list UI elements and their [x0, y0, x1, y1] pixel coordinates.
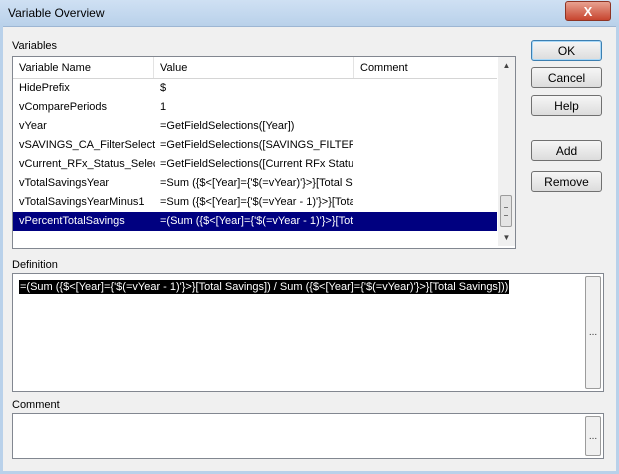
remove-button[interactable]: Remove	[531, 171, 602, 192]
column-header-comment[interactable]: Comment	[354, 57, 497, 78]
variable-comment	[361, 155, 491, 174]
cancel-button[interactable]: Cancel	[531, 67, 602, 88]
variable-name: vPercentTotalSavings	[19, 215, 125, 227]
window-title: Variable Overview	[8, 6, 105, 20]
variables-label: Variables	[12, 40, 58, 52]
definition-field[interactable]: =(Sum ({$<[Year]={'$(=vYear - 1)'}>}[Tot…	[12, 273, 604, 392]
scroll-thumb[interactable]	[500, 195, 512, 227]
variable-comment	[361, 98, 491, 117]
definition-browse-button[interactable]: ...	[585, 276, 601, 389]
variable-value: =GetFieldSelections([Current RFx Status	[160, 158, 353, 170]
ok-button[interactable]: OK	[531, 40, 602, 61]
definition-label: Definition	[12, 259, 58, 271]
title-bar: Variable Overview X	[0, 0, 619, 27]
close-icon: X	[583, 3, 593, 19]
variable-comment	[361, 212, 491, 231]
scroll-up-icon[interactable]: ▲	[498, 57, 515, 74]
table-row[interactable]: vYear =GetFieldSelections([Year])	[13, 117, 497, 136]
table-row[interactable]: vTotalSavingsYear =Sum ({$<[Year]={'$(=v…	[13, 174, 497, 193]
variable-comment	[361, 193, 491, 212]
variable-name: vTotalSavingsYear	[19, 177, 110, 189]
variable-rows: HidePrefix $ vComparePeriods 1 vYear =Ge…	[13, 79, 497, 231]
variable-name: vTotalSavingsYearMinus1	[19, 196, 145, 208]
window-border-left	[0, 26, 3, 474]
variable-comment	[361, 174, 491, 193]
variable-name: vYear	[19, 120, 47, 132]
variable-name: HidePrefix	[19, 82, 70, 94]
close-button[interactable]: X	[565, 1, 611, 21]
variable-comment	[361, 117, 491, 136]
variable-value: =GetFieldSelections([Year])	[160, 120, 295, 132]
list-scrollbar[interactable]: ▲ ▼	[498, 57, 515, 246]
variable-comment	[361, 79, 491, 98]
variable-value: =Sum ({$<[Year]={'$(=vYear)'}>}[Total Sa	[160, 177, 353, 189]
variable-comment	[361, 136, 491, 155]
add-button[interactable]: Add	[531, 140, 602, 161]
column-header-value[interactable]: Value	[154, 57, 354, 78]
variable-value: =Sum ({$<[Year]={'$(=vYear - 1)'}>}[Tota	[160, 196, 353, 208]
help-button[interactable]: Help	[531, 95, 602, 116]
variable-value: 1	[160, 101, 167, 113]
variable-name: vCurrent_RFx_Status_Selec	[19, 158, 155, 170]
table-row[interactable]: vCurrent_RFx_Status_Selec =GetFieldSelec…	[13, 155, 497, 174]
comment-field[interactable]: ...	[12, 413, 604, 459]
variable-value: =(Sum ({$<[Year]={'$(=vYear - 1)'}>}[Tot	[160, 215, 353, 227]
column-header-variable-name[interactable]: Variable Name	[13, 57, 154, 78]
variable-value: $	[160, 82, 167, 94]
variable-value: =GetFieldSelections([SAVINGS_FILTER	[160, 139, 353, 151]
variable-name: vComparePeriods	[19, 101, 108, 113]
definition-text: =(Sum ({$<[Year]={'$(=vYear - 1)'}>}[Tot…	[19, 280, 510, 294]
variable-name: vSAVINGS_CA_FilterSelecti	[19, 139, 155, 151]
table-row-selected[interactable]: vPercentTotalSavings =(Sum ({$<[Year]={'…	[13, 212, 497, 231]
comment-label: Comment	[12, 399, 60, 411]
table-row[interactable]: vTotalSavingsYearMinus1 =Sum ({$<[Year]=…	[13, 193, 497, 212]
variables-list[interactable]: Variable Name Value Comment HidePrefix $…	[12, 56, 516, 249]
table-row[interactable]: vComparePeriods 1	[13, 98, 497, 117]
table-row[interactable]: vSAVINGS_CA_FilterSelecti =GetFieldSelec…	[13, 136, 497, 155]
list-header: Variable Name Value Comment	[13, 57, 497, 79]
table-row[interactable]: HidePrefix $	[13, 79, 497, 98]
scroll-down-icon[interactable]: ▼	[498, 229, 515, 246]
comment-browse-button[interactable]: ...	[585, 416, 601, 456]
